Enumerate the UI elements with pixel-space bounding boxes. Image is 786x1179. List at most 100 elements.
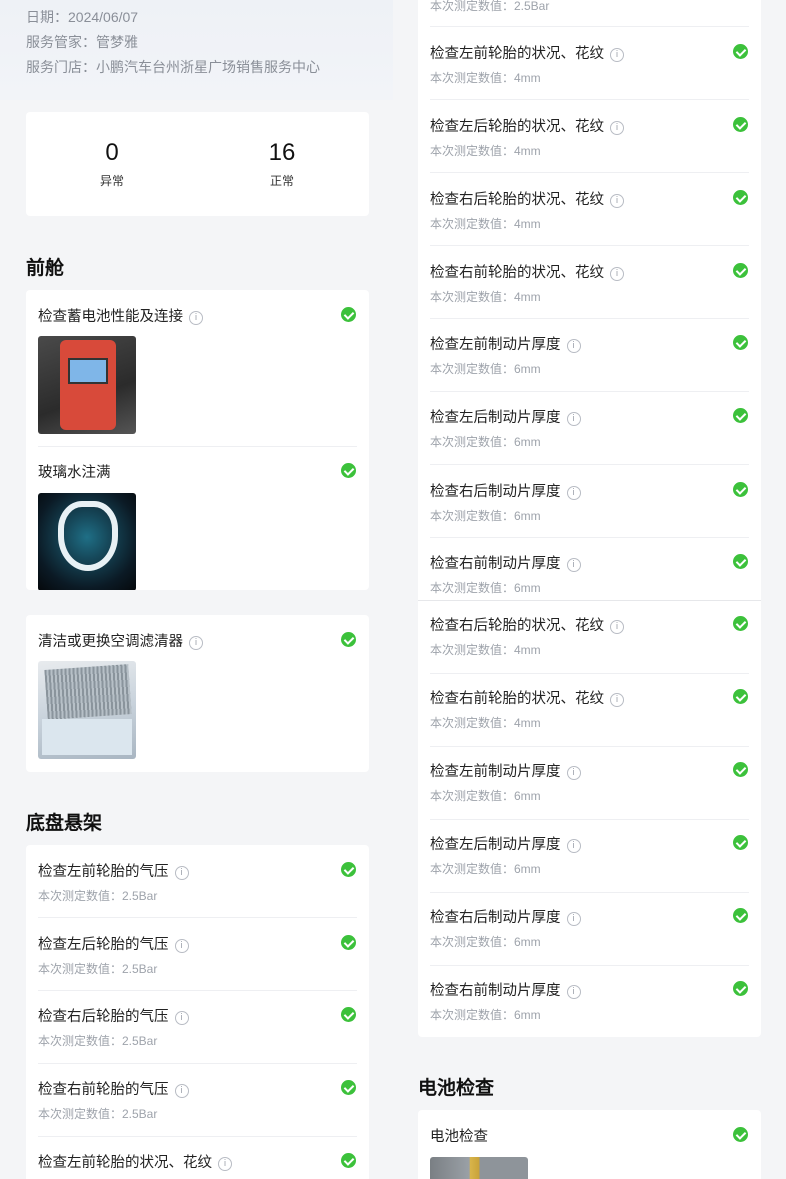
check-item-title: 检查右后制动片厚度 i (430, 480, 581, 501)
section-title-front-cabin: 前舱 (26, 258, 65, 279)
info-icon[interactable]: i (566, 339, 581, 353)
info-icon[interactable]: i (174, 1084, 189, 1098)
info-icon[interactable]: i (566, 486, 581, 500)
check-item-title: 检查右后轮胎的状况、花纹 i (430, 188, 624, 209)
check-item-title: 检查蓄电池性能及连接 i (38, 305, 203, 326)
measured-value: 本次测定数值：2.5Bar (38, 962, 158, 976)
info-icon[interactable]: i (610, 48, 624, 62)
check-item[interactable]: 电池检查 (418, 1110, 761, 1179)
check-circle-icon (733, 981, 748, 996)
service-steward: 服务管家：管梦雅 (26, 34, 138, 50)
check-item[interactable]: 检查左后轮胎的气压 i 本次测定数值：2.5Bar (26, 918, 369, 991)
check-item[interactable]: 检查左后制动片厚度 i 本次测定数值：6mm (418, 392, 761, 465)
left-column: 日期：2024/06/07 服务管家：管梦雅 服务门店：小鹏汽车台州浙星广场销售… (0, 0, 393, 1179)
right-column: 本次测定数值：2.5Bar 检查左前轮胎的状况、花纹 i 本次测定数值：4mm 检… (393, 0, 786, 1179)
check-item[interactable]: 检查左前制动片厚度 i 本次测定数值：6mm (418, 747, 761, 820)
check-circle-icon (733, 408, 748, 423)
measured-value: 本次测定数值：4mm (430, 144, 541, 158)
check-circle-icon (733, 908, 748, 923)
check-item-title: 检查左后制动片厚度 i (430, 833, 581, 854)
check-item-title: 检查左前轮胎的状况、花纹 i (38, 1151, 232, 1172)
measured-value: 本次测定数值：2.5Bar (38, 889, 158, 903)
check-item[interactable]: 检查右后轮胎的状况、花纹 i 本次测定数值：4mm (418, 173, 761, 246)
check-circle-icon (733, 190, 748, 205)
info-icon[interactable]: i (610, 121, 624, 135)
check-item[interactable]: 清洁或更换空调滤清器 i (26, 615, 369, 772)
check-circle-icon (733, 689, 748, 704)
abnormal-stat: 0 异常 (52, 138, 172, 189)
check-item[interactable]: 检查右后制动片厚度 i 本次测定数值：6mm (418, 893, 761, 966)
check-item[interactable]: 检查右后轮胎的气压 i 本次测定数值：2.5Bar (26, 991, 369, 1064)
info-icon[interactable]: i (189, 311, 203, 325)
service-store: 服务门店：小鹏汽车台州浙星广场销售服务中心 (26, 59, 320, 75)
battery-check-card: 电池检查 (418, 1110, 761, 1179)
info-icon[interactable]: i (218, 1157, 232, 1171)
check-circle-icon (341, 632, 356, 647)
check-circle-icon (733, 44, 748, 59)
info-icon[interactable]: i (174, 1011, 189, 1025)
check-item-title: 检查右后轮胎的状况、花纹 i (430, 614, 624, 635)
abnormal-label: 异常 (99, 174, 124, 188)
washer-fluid-photo[interactable] (38, 493, 136, 590)
check-item[interactable]: 检查左后轮胎的状况、花纹 i 本次测定数值：4mm (418, 100, 761, 173)
info-icon[interactable]: i (189, 636, 203, 650)
check-circle-icon (341, 307, 356, 322)
check-circle-icon (733, 554, 748, 569)
check-item[interactable]: 检查右前制动片厚度 i 本次测定数值：6mm (418, 538, 761, 600)
summary-card: 0 异常 16 正常 (26, 112, 369, 216)
battery-pack-photo[interactable] (430, 1157, 528, 1179)
check-item-title: 检查左前制动片厚度 i (430, 760, 581, 781)
check-circle-icon (733, 1127, 748, 1142)
info-icon[interactable]: i (566, 412, 581, 426)
info-icon[interactable]: i (566, 985, 581, 999)
check-item[interactable]: 检查右后轮胎的状况、花纹 i 本次测定数值：4mm (418, 601, 761, 674)
section-title-battery-check: 电池检查 (418, 1078, 495, 1099)
measured-value: 本次测定数值：6mm (430, 789, 541, 803)
check-item[interactable]: 检查左前轮胎的状况、花纹 i (26, 1137, 369, 1179)
check-circle-icon (341, 935, 356, 950)
normal-label: 正常 (269, 174, 294, 188)
cabin-air-filter-photo[interactable] (38, 661, 136, 759)
info-icon[interactable]: i (566, 766, 581, 780)
info-icon[interactable]: i (174, 866, 189, 880)
abnormal-count: 0 (105, 139, 119, 166)
measured-value: 本次测定数值：4mm (430, 71, 541, 85)
check-item-title: 检查右前轮胎的气压 i (38, 1078, 189, 1099)
check-item-title: 检查右前轮胎的状况、花纹 i (430, 687, 624, 708)
info-icon[interactable]: i (174, 939, 189, 953)
check-item[interactable]: 检查蓄电池性能及连接 i (26, 290, 369, 446)
check-item[interactable]: 检查右前轮胎的状况、花纹 i 本次测定数值：4mm (418, 674, 761, 747)
check-item[interactable]: 检查右后制动片厚度 i 本次测定数值：6mm (418, 465, 761, 538)
check-item[interactable]: 检查右前制动片厚度 i 本次测定数值：6mm (418, 966, 761, 1037)
check-circle-icon (733, 835, 748, 850)
check-circle-icon (733, 482, 748, 497)
check-item[interactable]: 检查左前轮胎的状况、花纹 i 本次测定数值：4mm (418, 27, 761, 100)
info-icon[interactable]: i (610, 620, 624, 634)
check-item[interactable]: 检查左后制动片厚度 i 本次测定数值：6mm (418, 820, 761, 893)
check-circle-icon (341, 862, 356, 877)
info-icon[interactable]: i (610, 693, 624, 707)
front-cabin-card: 检查蓄电池性能及连接 i 玻璃水注满 (26, 290, 369, 590)
measured-value: 本次测定数值：4mm (430, 716, 541, 730)
chassis-card-left: 检查左前轮胎的气压 i 本次测定数值：2.5Bar 检查左后轮胎的气压 i 本次测定… (26, 845, 369, 1179)
check-item[interactable]: 检查左前制动片厚度 i 本次测定数值：6mm (418, 319, 761, 392)
info-icon[interactable]: i (610, 267, 624, 281)
info-icon[interactable]: i (566, 839, 581, 853)
check-item-title: 电池检查 (430, 1129, 488, 1145)
check-item-title: 清洁或更换空调滤清器 i (38, 630, 203, 651)
check-item[interactable]: 检查右前轮胎的状况、花纹 i 本次测定数值：4mm (418, 246, 761, 319)
measured-value: 本次测定数值：6mm (430, 935, 541, 949)
check-item[interactable]: 检查左前轮胎的气压 i 本次测定数值：2.5Bar (26, 845, 369, 918)
check-item[interactable]: 检查右前轮胎的气压 i 本次测定数值：2.5Bar (26, 1064, 369, 1137)
check-item[interactable]: 玻璃水注满 (26, 446, 369, 590)
battery-analyzer-photo[interactable] (38, 336, 136, 434)
info-icon[interactable]: i (610, 194, 624, 208)
info-icon[interactable]: i (566, 558, 581, 572)
check-item-title: 检查左前轮胎的气压 i (38, 860, 189, 881)
check-item-title: 玻璃水注满 (38, 465, 111, 481)
check-item-title: 检查右后轮胎的气压 i (38, 1005, 189, 1026)
info-icon[interactable]: i (566, 912, 581, 926)
check-item-title: 检查左前轮胎的状况、花纹 i (430, 42, 624, 63)
measured-value: 本次测定数值：2.5Bar (38, 1034, 158, 1048)
measured-value: 本次测定数值：4mm (430, 217, 541, 231)
